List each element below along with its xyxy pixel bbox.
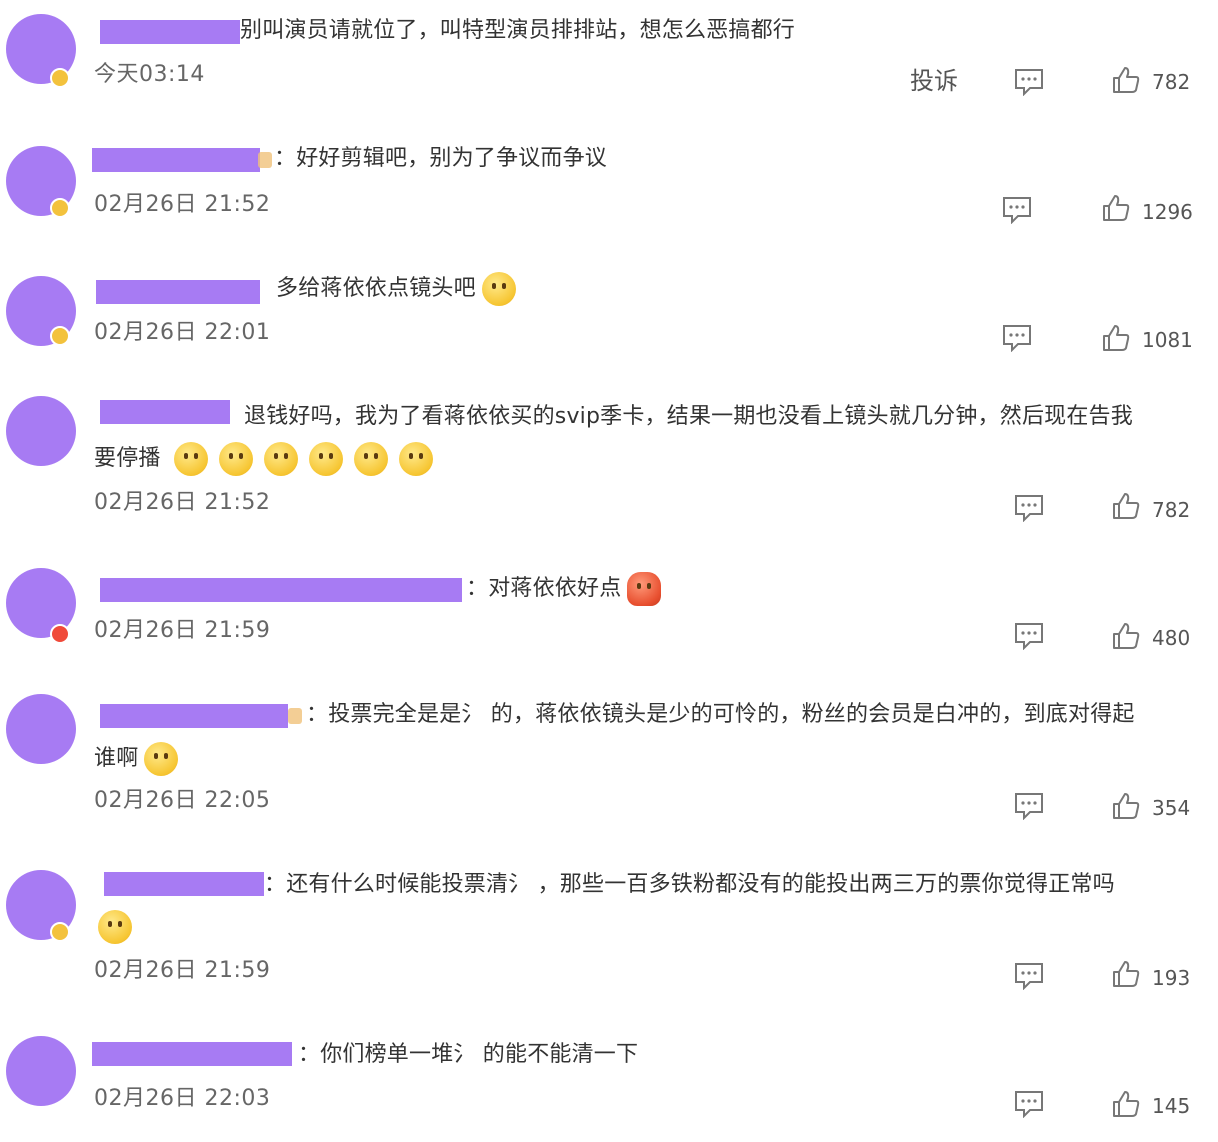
- report-button[interactable]: 投诉: [910, 66, 958, 96]
- like-icon[interactable]: [1112, 622, 1140, 650]
- thinking-emoji-icon: [354, 442, 389, 476]
- like-icon[interactable]: [1112, 792, 1140, 820]
- verified-badge-icon: [50, 198, 70, 218]
- verified-badge-icon: [50, 68, 70, 88]
- reply-icon[interactable]: [1014, 1090, 1044, 1118]
- verified-badge-icon: [50, 326, 70, 346]
- username-redacted[interactable]: [100, 704, 288, 728]
- like-count: 193: [1152, 966, 1191, 990]
- comment-text-content: 谁啊: [94, 746, 139, 771]
- name-tail-icon: [258, 152, 272, 168]
- comment-text: ：还有什么时候能投票清氵 ，那些一百多铁粉都没有的能投出两三万的票你觉得正常吗: [264, 872, 1115, 897]
- emoji-row: [92, 910, 132, 944]
- avatar[interactable]: [6, 1036, 76, 1106]
- like-count: 480: [1152, 626, 1191, 650]
- smile-emoji-icon: [98, 910, 132, 944]
- comment-time: 02月26日 21:52: [94, 192, 271, 217]
- username-redacted[interactable]: [92, 148, 260, 172]
- comment-time: 02月26日 22:03: [94, 1086, 271, 1111]
- comment-text: ：你们榜单一堆氵 的能不能清一下: [298, 1042, 639, 1067]
- thinking-emoji-icon: [219, 442, 254, 476]
- like-icon[interactable]: [1102, 194, 1130, 222]
- username-redacted[interactable]: [96, 280, 260, 304]
- emoji-row: [168, 442, 434, 476]
- like-count: 354: [1152, 796, 1191, 820]
- like-count: 145: [1152, 1094, 1191, 1118]
- like-count: 1296: [1142, 200, 1193, 224]
- comment-time: 02月26日 21:52: [94, 490, 271, 515]
- comment-text: ：对蒋依依好点: [466, 572, 662, 606]
- username-redacted[interactable]: [100, 400, 230, 424]
- reply-icon[interactable]: [1014, 962, 1044, 990]
- kiss-emoji-icon: [144, 742, 179, 776]
- comment-time: 今天03:14: [94, 62, 205, 87]
- like-count: 782: [1152, 70, 1191, 94]
- avatar[interactable]: [6, 396, 76, 466]
- verified-badge-icon: [50, 922, 70, 942]
- reply-icon[interactable]: [1002, 196, 1032, 224]
- laughing-emoji-icon: [627, 572, 662, 606]
- name-tail-icon: [288, 708, 302, 724]
- username-redacted[interactable]: [100, 20, 240, 44]
- comment-time: 02月26日 22:05: [94, 788, 271, 813]
- like-icon[interactable]: [1112, 960, 1140, 988]
- comment-text: ：投票完全是是氵 的，蒋依依镜头是少的可怜的，粉丝的会员是白冲的，到底对得起: [306, 702, 1135, 727]
- reply-icon[interactable]: [1002, 324, 1032, 352]
- comment-text: 别叫演员请就位了，叫特型演员排排站，想怎么恶搞都行: [240, 18, 796, 43]
- thinking-emoji-icon: [399, 442, 434, 476]
- username-redacted[interactable]: [92, 1042, 292, 1066]
- avatar[interactable]: [6, 694, 76, 764]
- smile-emoji-icon: [481, 272, 516, 306]
- comment-text-content: ：对蒋依依好点: [466, 576, 622, 601]
- like-icon[interactable]: [1112, 1090, 1140, 1118]
- like-icon[interactable]: [1112, 492, 1140, 520]
- thinking-emoji-icon: [174, 442, 208, 476]
- reply-icon[interactable]: [1014, 494, 1044, 522]
- comment-text-line2: 谁啊: [94, 742, 179, 776]
- comment-text-content: 多给蒋依依点镜头吧: [276, 276, 476, 301]
- verified-badge-icon: [50, 624, 70, 644]
- like-count: 782: [1152, 498, 1191, 522]
- comment-time: 02月26日 21:59: [94, 958, 271, 983]
- thinking-emoji-icon: [264, 442, 299, 476]
- like-icon[interactable]: [1102, 324, 1130, 352]
- comment-time: 02月26日 21:59: [94, 618, 271, 643]
- comment-text: 退钱好吗，我为了看蒋依依买的svip季卡，结果一期也没看上镜头就几分钟，然后现在…: [244, 404, 1133, 429]
- reply-icon[interactable]: [1014, 68, 1044, 96]
- like-count: 1081: [1142, 328, 1193, 352]
- reply-icon[interactable]: [1014, 622, 1044, 650]
- comment-time: 02月26日 22:01: [94, 320, 271, 345]
- thinking-emoji-icon: [309, 442, 344, 476]
- username-redacted[interactable]: [104, 872, 264, 896]
- username-redacted[interactable]: [100, 578, 462, 602]
- comment-text: 多给蒋依依点镜头吧: [276, 272, 516, 306]
- like-icon[interactable]: [1112, 66, 1140, 94]
- comment-text-line2: 要停播: [94, 446, 161, 471]
- reply-icon[interactable]: [1014, 792, 1044, 820]
- comment-text: ：好好剪辑吧，别为了争议而争议: [274, 146, 608, 171]
